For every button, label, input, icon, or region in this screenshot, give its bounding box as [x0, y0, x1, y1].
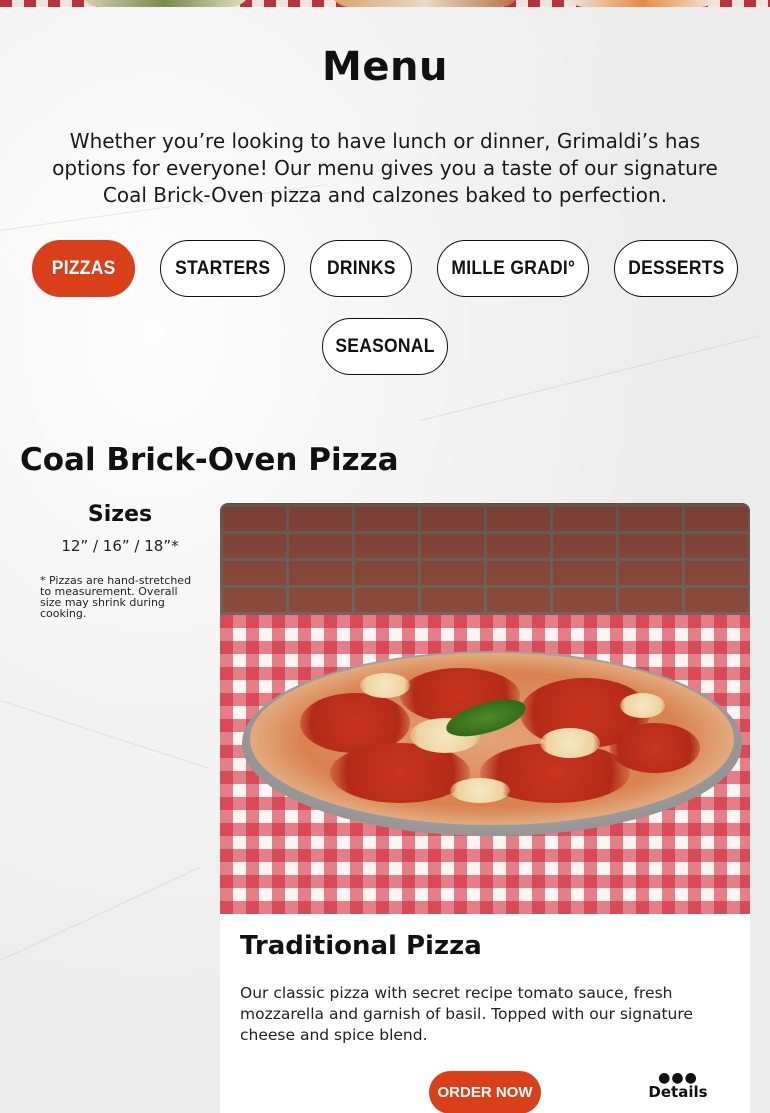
tab-label: Desserts [627, 257, 725, 279]
tab-pizzas[interactable]: Pizzas [32, 240, 135, 297]
tab-label: Starters [174, 257, 271, 279]
tab-label: Mille Gradi° [451, 257, 575, 279]
sizes-values: 12” / 16” / 18”* [61, 537, 179, 555]
tab-drinks[interactable]: Drinks [310, 240, 412, 297]
tab-label: Seasonal [335, 335, 435, 357]
tab-label: Drinks [326, 257, 396, 279]
item-title: Traditional Pizza [240, 931, 482, 961]
ellipsis-icon: ●●● [658, 1070, 698, 1086]
sizes-note: * Pizzas are hand-stretched to measureme… [40, 574, 192, 620]
item-description: Our classic pizza with secret recipe tom… [240, 984, 693, 1044]
tab-label: Pizzas [51, 257, 116, 279]
order-now-label: Order Now [437, 1084, 533, 1101]
tab-starters[interactable]: Starters [160, 240, 285, 297]
tab-seasonal[interactable]: Seasonal [322, 318, 448, 375]
menu-item-card: Traditional Pizza Our classic pizza with… [220, 503, 750, 1113]
pizza-photo [220, 503, 750, 914]
intro-text: Whether you’re looking to have lunch or … [52, 129, 718, 207]
details-button[interactable]: ●●● Details [638, 1070, 718, 1101]
order-now-button[interactable]: Order Now [429, 1071, 541, 1113]
page-title: Menu [322, 44, 448, 90]
hero-image-strip [0, 0, 770, 7]
sizes-heading: Sizes [87, 502, 153, 527]
details-label: Details [648, 1083, 708, 1101]
tab-desserts[interactable]: Desserts [614, 240, 738, 297]
tab-mille-gradi[interactable]: Mille Gradi° [437, 240, 589, 297]
section-title: Coal Brick-Oven Pizza [20, 442, 399, 478]
